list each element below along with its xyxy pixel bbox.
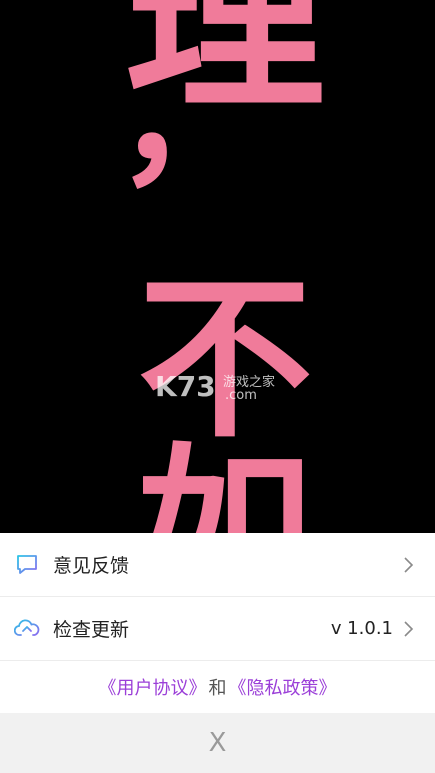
- close-bar: X: [0, 713, 435, 773]
- check-update-row[interactable]: 检查更新 v 1.0.1: [0, 597, 435, 661]
- privacy-policy-link[interactable]: 《隐私政策》: [229, 674, 337, 700]
- cloud-upload-icon: [14, 616, 40, 642]
- chevron-right-icon: [399, 556, 417, 574]
- watermark-domain: .com: [225, 388, 257, 403]
- preview-canvas: 理 ， 不 如 K73 游戏之家 .com: [115, 0, 325, 533]
- preview-char-2: ，: [115, 32, 265, 206]
- user-agreement-link[interactable]: 《用户协议》: [99, 674, 207, 700]
- check-update-label: 检查更新: [53, 619, 130, 641]
- watermark-brand: K73: [155, 370, 216, 403]
- feedback-row[interactable]: 意见反馈: [0, 533, 435, 597]
- vertical-text-preview: 理 ， 不 如 K73 游戏之家 .com: [0, 0, 435, 533]
- feedback-chat-icon: [14, 552, 40, 578]
- settings-sheet: 意见反馈 检查更新 v 1.0.1 《用户协议》 和 《隐私政策》: [0, 533, 435, 713]
- version-value: v 1.0.1: [330, 618, 393, 639]
- chevron-right-icon: [399, 620, 417, 638]
- policy-and-text: 和: [208, 678, 227, 699]
- preview-char-4: 如: [138, 429, 313, 533]
- policy-links: 《用户协议》 和 《隐私政策》: [0, 661, 435, 713]
- feedback-label: 意见反馈: [53, 555, 130, 577]
- close-button[interactable]: X: [209, 728, 227, 758]
